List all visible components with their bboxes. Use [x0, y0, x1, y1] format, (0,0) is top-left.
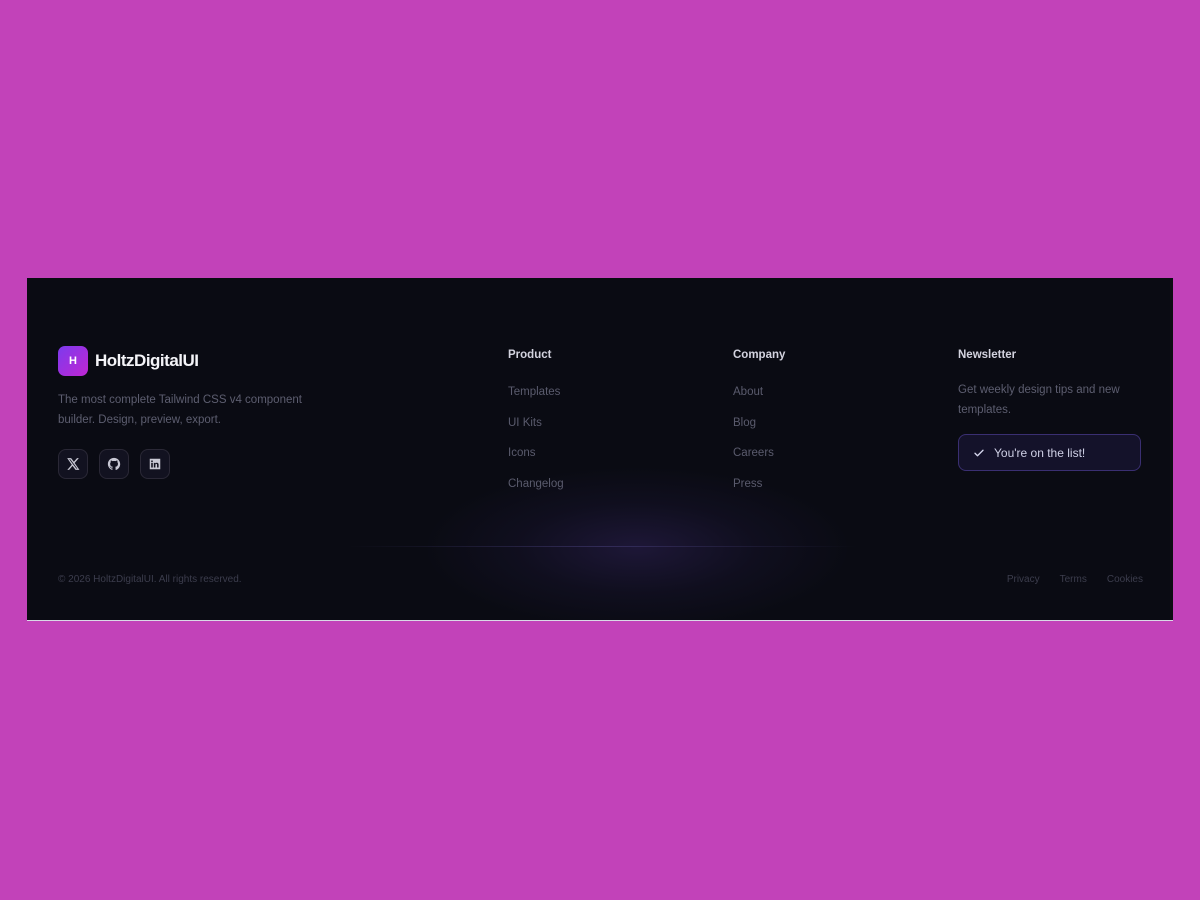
- newsletter-heading: Newsletter: [958, 349, 1017, 361]
- legal-link-terms[interactable]: Terms: [1060, 574, 1087, 585]
- footer-link-changelog[interactable]: Changelog: [508, 478, 564, 490]
- footer-link-blog[interactable]: Blog: [733, 417, 756, 429]
- footer-link-ui-kits[interactable]: UI Kits: [508, 417, 542, 429]
- product-heading: Product: [508, 349, 552, 361]
- brand-name: HoltzDigitalUI: [95, 351, 199, 370]
- x-social-button[interactable]: [58, 449, 88, 479]
- linkedin-social-button[interactable]: [140, 449, 170, 479]
- check-icon: [974, 449, 984, 456]
- newsletter-section: Newsletter Get weekly design tips and ne…: [958, 348, 1143, 471]
- linkedin-icon: [149, 458, 161, 470]
- social-links: [58, 449, 170, 479]
- github-icon: [107, 457, 121, 470]
- brand[interactable]: H HoltzDigitalUI: [58, 346, 199, 376]
- footer-link-icons[interactable]: Icons: [508, 447, 536, 459]
- copyright-text: © 2026 HoltzDigitalUI. All rights reserv…: [58, 574, 242, 585]
- github-social-button[interactable]: [99, 449, 129, 479]
- legal-link-cookies[interactable]: Cookies: [1107, 574, 1143, 585]
- newsletter-description: Get weekly design tips and new templates…: [958, 384, 1120, 416]
- legal-link-privacy[interactable]: Privacy: [1007, 574, 1040, 585]
- footer-link-careers[interactable]: Careers: [733, 447, 774, 459]
- x-icon: [67, 458, 80, 470]
- product-column: Product Templates UI Kits Icons Changelo…: [508, 348, 564, 506]
- footer-link-press[interactable]: Press: [733, 478, 762, 490]
- legal-links: Privacy Terms Cookies: [1007, 574, 1143, 585]
- success-text: You're on the list!: [994, 445, 1086, 460]
- logo-mark: H: [58, 346, 88, 376]
- footer-divider: [347, 546, 857, 547]
- footer-link-templates[interactable]: Templates: [508, 386, 560, 398]
- brand-tagline: The most complete Tailwind CSS v4 compon…: [58, 394, 302, 426]
- site-footer: H HoltzDigitalUI The most complete Tailw…: [27, 278, 1173, 621]
- newsletter-success-message: You're on the list!: [958, 434, 1141, 471]
- company-column: Company About Blog Careers Press: [733, 348, 785, 506]
- company-heading: Company: [733, 349, 786, 361]
- footer-link-about[interactable]: About: [733, 386, 763, 398]
